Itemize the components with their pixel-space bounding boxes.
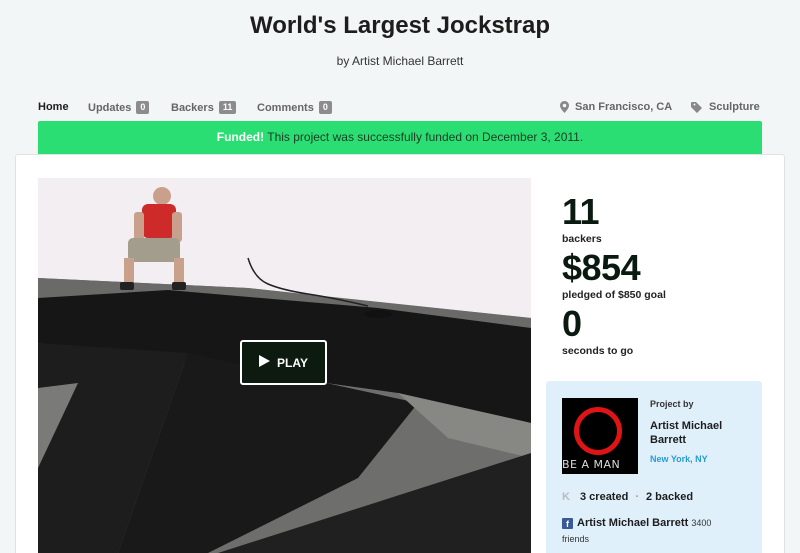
backed-count-link[interactable]: 2 backed [646,491,693,503]
facebook-friends-label: friends [562,534,590,544]
separator-dot: · [635,491,639,503]
ring-logo-icon [574,407,622,455]
pledged-stat-value: $854 [562,247,641,288]
created-count-link[interactable]: 3 created [580,491,628,503]
creator-facebook: f Artist Michael Barrett 3400 friends [562,515,752,547]
time-stat-label: seconds to go [562,345,634,357]
funded-banner-text: This project was successfully funded on … [264,130,584,144]
project-by-label: Project by [650,399,694,409]
backers-stat-value: 11 [562,191,600,232]
time-stat-value: 0 [562,303,582,344]
project-location-label: San Francisco, CA [575,101,673,113]
creator-name-link[interactable]: Artist Michael Barrett [650,419,750,447]
backers-count-badge: 11 [218,101,237,114]
creator-history: K 3 created · 2 backed [562,491,693,503]
tab-home[interactable]: Home [38,101,69,113]
funded-banner: Funded! This project was successfully fu… [38,121,762,154]
creator-avatar[interactable]: BE A MAN [562,398,638,474]
avatar-caption: BE A MAN [562,458,621,471]
project-subnav: Home Updates 0 Backers 11 Comments 0 San… [38,98,762,118]
project-video[interactable]: PLAY [38,178,531,553]
tab-home-label: Home [38,101,69,113]
project-location-link[interactable]: San Francisco, CA [560,101,672,113]
facebook-name-link[interactable]: Artist Michael Barrett [577,517,688,529]
project-stats: 11 backers $854 pledged of $850 goal 0 s… [562,192,666,358]
play-button-label: PLAY [277,355,308,370]
play-button[interactable]: PLAY [240,340,327,385]
backers-stat-label: backers [562,233,602,245]
project-category-label: Sculpture [709,101,760,113]
map-pin-icon [560,101,569,113]
tab-comments-label: Comments [257,101,314,114]
kickstarter-k-icon: K [562,491,570,503]
project-byline: by Artist Michael Barrett [336,54,464,68]
tab-updates-label: Updates [88,101,132,114]
tab-backers[interactable]: Backers 11 [171,101,237,114]
creator-location-link[interactable]: New York, NY [650,454,708,464]
pledged-stat-label: pledged of $850 goal [562,289,666,301]
facebook-friends-count: 3400 [691,518,712,528]
updates-count-badge: 0 [136,101,150,114]
tab-updates[interactable]: Updates 0 [88,101,150,114]
project-category-link[interactable]: Sculpture [691,101,760,113]
play-icon [259,355,271,370]
comments-count-badge: 0 [318,101,332,114]
tab-backers-label: Backers [171,101,214,114]
tab-comments[interactable]: Comments 0 [257,101,332,114]
funded-banner-strong: Funded! [216,130,265,144]
project-title: World's Largest Jockstrap [249,12,551,39]
tag-icon [691,101,703,113]
facebook-icon: f [562,518,573,529]
creator-box: BE A MAN Project by Artist Michael Barre… [546,381,762,553]
